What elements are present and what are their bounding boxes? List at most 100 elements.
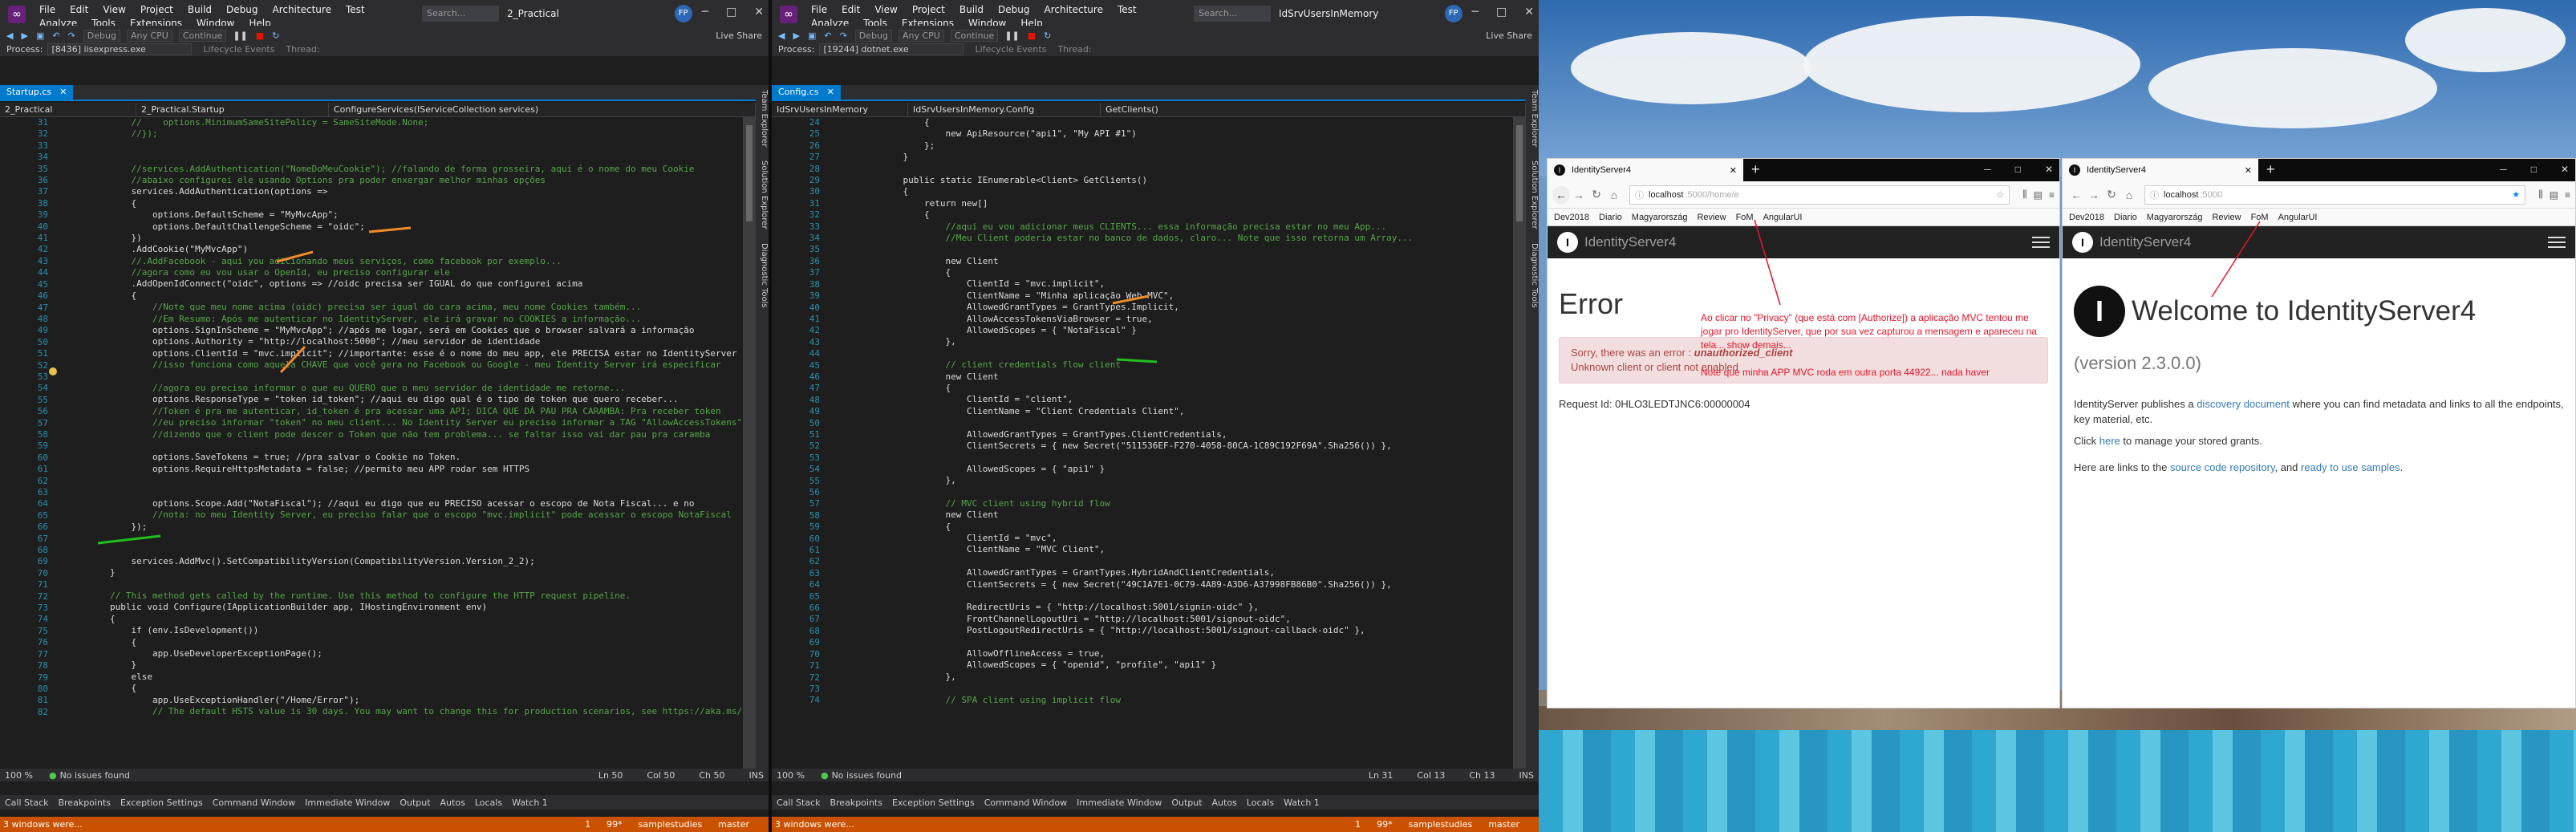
class-dropdown[interactable]: IdSrvUsersInMemory.Config: [908, 102, 1101, 117]
menu-item-project[interactable]: Project: [133, 4, 181, 18]
back-icon[interactable]: ◀: [6, 30, 13, 41]
issues-status[interactable]: No issues found: [60, 770, 130, 781]
solution-explorer-tab[interactable]: Solution Explorer: [760, 160, 769, 229]
tab-startup-cs[interactable]: Startup.cs ✕: [0, 85, 74, 99]
repo-name[interactable]: samplestudies: [639, 819, 703, 830]
search-input[interactable]: Search...: [422, 6, 499, 22]
project-dropdown[interactable]: 2_Practical: [0, 102, 136, 117]
stop-icon[interactable]: ■: [1028, 30, 1036, 41]
member-dropdown[interactable]: ConfigureServices(IServiceCollection ser…: [329, 102, 756, 117]
redo-icon[interactable]: ↷: [68, 30, 75, 41]
pause-icon[interactable]: ❚❚: [1004, 30, 1019, 41]
menu-item-edit[interactable]: Edit: [834, 4, 867, 18]
member-dropdown[interactable]: GetClients(): [1101, 102, 1526, 117]
avatar[interactable]: FP: [674, 5, 692, 22]
platform-dropdown[interactable]: Any CPU: [126, 29, 172, 42]
live-share-button[interactable]: Live Share: [1486, 30, 1532, 41]
platform-dropdown[interactable]: Any CPU: [898, 29, 944, 42]
tool-window-tab[interactable]: Watch 1: [507, 798, 553, 808]
team-explorer-tab[interactable]: Team Explorer: [760, 90, 769, 147]
tool-window-tab[interactable]: Immediate Window: [300, 798, 395, 808]
diagnostic-tools-tab[interactable]: Diagnostic Tools: [760, 243, 769, 308]
config-dropdown[interactable]: Debug: [83, 29, 120, 42]
menu-item-view[interactable]: View: [95, 4, 132, 18]
error-count[interactable]: 1: [1355, 819, 1361, 830]
close-tab-icon[interactable]: ✕: [59, 87, 67, 97]
live-share-button[interactable]: Live Share: [716, 30, 762, 41]
undo-icon[interactable]: ↶: [52, 30, 59, 41]
tool-window-tab[interactable]: Immediate Window: [1072, 798, 1166, 808]
search-input[interactable]: Search...: [1194, 6, 1271, 22]
menu-item-test[interactable]: Test: [339, 4, 372, 18]
code-editor[interactable]: 24 25 26 27 28 29 30 31 32 33 34 35 36 37 38 39 40 41 42 43…: [772, 117, 1513, 769]
tool-window-tab[interactable]: Breakpoints: [825, 798, 887, 808]
tool-window-tab[interactable]: Breakpoints: [53, 798, 116, 808]
code-editor[interactable]: 31 32 33 34 35 36 37 38 39 40 41 42 43 44 45 46 47 48 49 50…: [0, 117, 743, 769]
zoom-level[interactable]: 100 %: [5, 770, 33, 781]
close-icon[interactable]: ✕: [754, 6, 764, 18]
close-tab-icon[interactable]: ✕: [827, 87, 834, 97]
tool-window-tab[interactable]: Call Stack: [0, 798, 53, 808]
vertical-scrollbar[interactable]: [1513, 117, 1526, 769]
restart-icon[interactable]: ↻: [1044, 30, 1051, 41]
repo-name[interactable]: samplestudies: [1409, 819, 1473, 830]
tool-window-tab[interactable]: Exception Settings: [887, 798, 980, 808]
tool-window-tab[interactable]: Autos: [436, 798, 470, 808]
menu-item-view[interactable]: View: [867, 4, 904, 18]
continue-button[interactable]: Continue: [950, 29, 999, 42]
continue-button[interactable]: Continue: [178, 29, 227, 42]
maximize-icon[interactable]: □: [1496, 6, 1507, 18]
team-explorer-tab[interactable]: Team Explorer: [1530, 90, 1539, 147]
menu-item-file[interactable]: File: [32, 4, 63, 18]
close-icon[interactable]: ✕: [1524, 6, 1534, 18]
menu-item-file[interactable]: File: [804, 4, 834, 18]
menu-item-edit[interactable]: Edit: [63, 4, 95, 18]
tool-window-tab[interactable]: Autos: [1207, 798, 1242, 808]
back-icon[interactable]: ◀: [778, 30, 785, 41]
menu-item-architecture[interactable]: Architecture: [1036, 4, 1110, 18]
branch-name[interactable]: master: [718, 819, 749, 830]
forward-icon[interactable]: ▶: [21, 30, 27, 41]
tool-window-tab[interactable]: Command Window: [208, 798, 300, 808]
menu-item-debug[interactable]: Debug: [991, 4, 1036, 18]
menu-item-build[interactable]: Build: [952, 4, 991, 18]
tool-window-tab[interactable]: Call Stack: [772, 798, 825, 808]
restart-icon[interactable]: ↻: [272, 30, 279, 41]
lifecycle-events[interactable]: Lifecycle Events: [975, 44, 1046, 55]
diagnostic-tools-tab[interactable]: Diagnostic Tools: [1530, 243, 1539, 308]
menu-item-project[interactable]: Project: [905, 4, 952, 18]
forward-icon[interactable]: ▶: [793, 30, 799, 41]
project-dropdown[interactable]: IdSrvUsersInMemory: [772, 102, 908, 117]
tab-config-cs[interactable]: Config.cs ✕: [772, 85, 841, 99]
minimize-icon[interactable]: ─: [1472, 6, 1479, 18]
tool-window-tab[interactable]: Watch 1: [1279, 798, 1325, 808]
config-dropdown[interactable]: Debug: [854, 29, 892, 42]
avatar[interactable]: FP: [1444, 5, 1462, 22]
menu-item-architecture[interactable]: Architecture: [265, 4, 338, 18]
process-dropdown[interactable]: [8436] iisexpress.exe: [47, 43, 193, 55]
lifecycle-events[interactable]: Lifecycle Events: [203, 44, 274, 55]
menu-item-debug[interactable]: Debug: [219, 4, 265, 18]
process-dropdown[interactable]: [19244] dotnet.exe: [819, 43, 964, 55]
save-icon[interactable]: ▣: [36, 30, 44, 41]
branch-name[interactable]: master: [1488, 819, 1519, 830]
tool-window-tab[interactable]: Output: [395, 798, 435, 808]
pause-icon[interactable]: ❚❚: [233, 30, 247, 41]
menu-item-build[interactable]: Build: [181, 4, 219, 18]
tool-window-tab[interactable]: Command Window: [980, 798, 1072, 808]
issues-status[interactable]: No issues found: [832, 770, 902, 781]
zoom-level[interactable]: 100 %: [777, 770, 805, 781]
tool-window-tab[interactable]: Locals: [470, 798, 507, 808]
tool-window-tab[interactable]: Output: [1166, 798, 1207, 808]
tool-window-tab[interactable]: Locals: [1242, 798, 1279, 808]
menu-item-test[interactable]: Test: [1110, 4, 1144, 18]
stop-icon[interactable]: ■: [256, 30, 264, 41]
undo-icon[interactable]: ↶: [824, 30, 831, 41]
warning-count[interactable]: 99*: [1377, 819, 1393, 830]
solution-explorer-tab[interactable]: Solution Explorer: [1530, 160, 1539, 229]
class-dropdown[interactable]: 2_Practical.Startup: [136, 102, 329, 117]
vertical-scrollbar[interactable]: [743, 117, 756, 769]
redo-icon[interactable]: ↷: [840, 30, 847, 41]
save-icon[interactable]: ▣: [808, 30, 816, 41]
tool-window-tab[interactable]: Exception Settings: [116, 798, 208, 808]
